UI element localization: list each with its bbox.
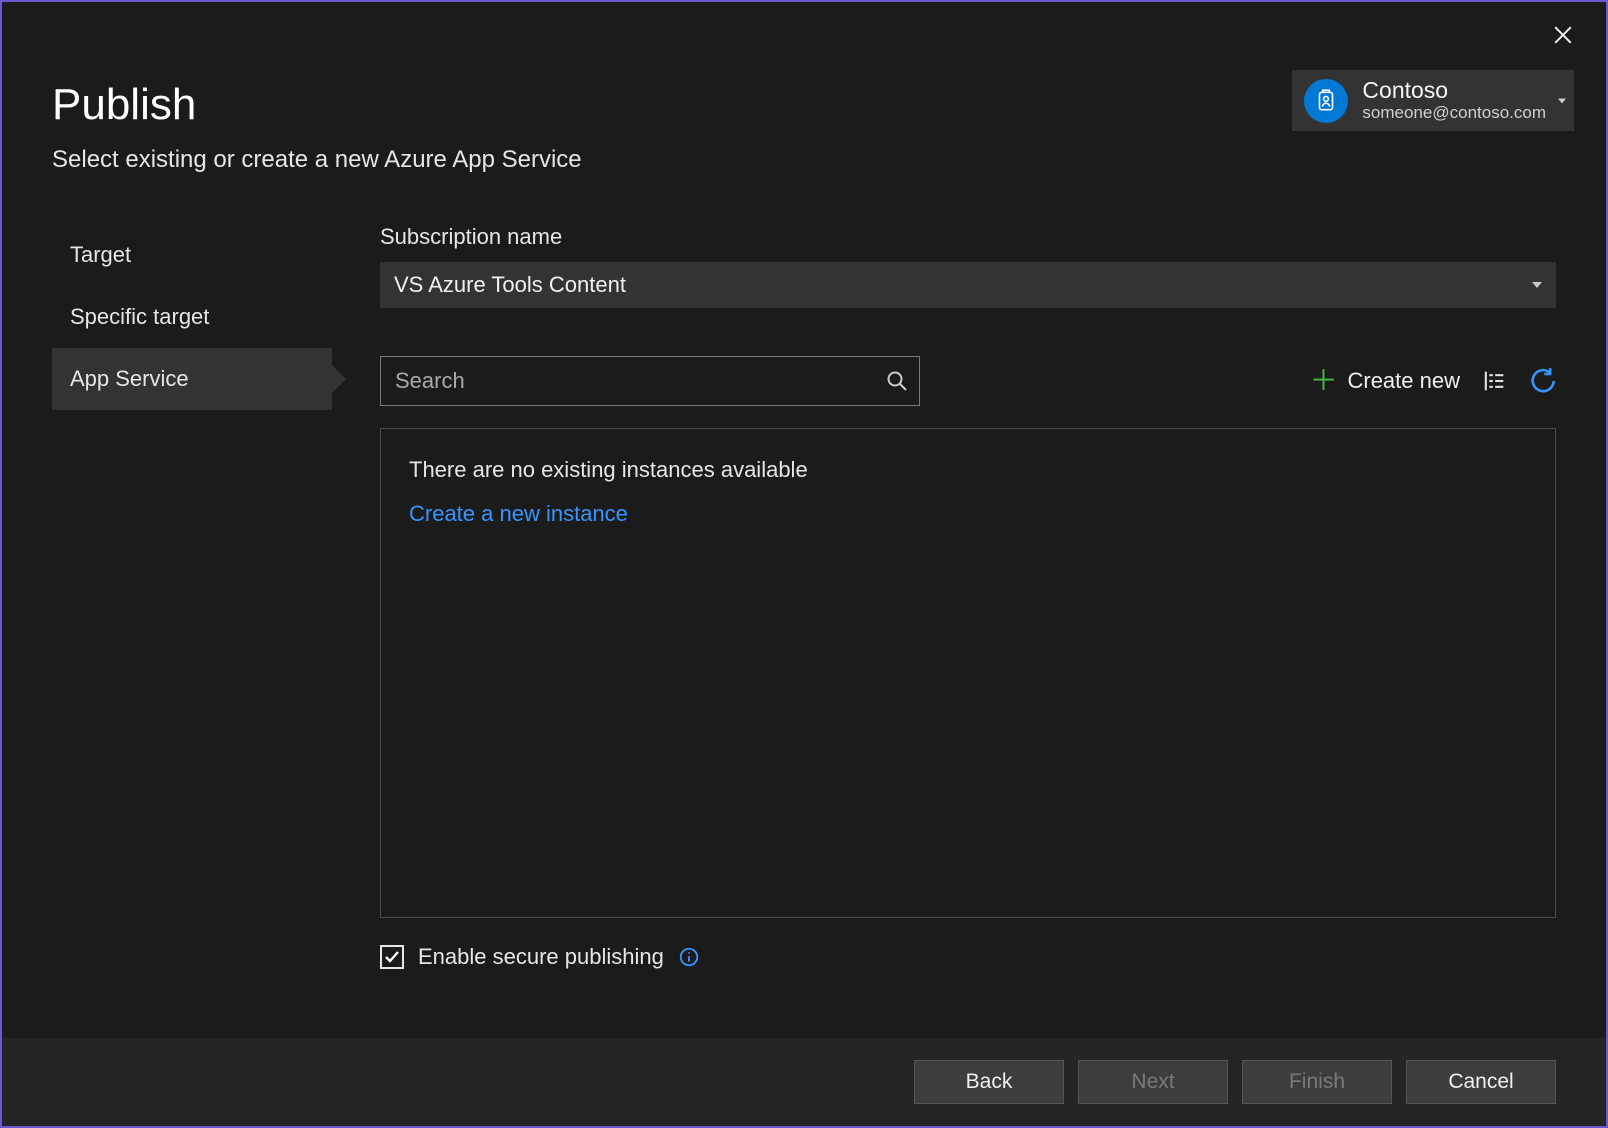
- steps-nav: Target Specific target App Service: [52, 224, 332, 1038]
- refresh-icon[interactable]: [1528, 367, 1556, 395]
- empty-instances-message: There are no existing instances availabl…: [409, 457, 1527, 483]
- create-new-label: Create new: [1347, 368, 1460, 394]
- subscription-value: VS Azure Tools Content: [394, 272, 626, 298]
- chevron-down-icon: [1558, 98, 1566, 103]
- search-box: [380, 356, 920, 406]
- secure-publishing-row: Enable secure publishing: [380, 944, 1556, 970]
- step-specific-target[interactable]: Specific target: [52, 286, 332, 348]
- account-text: Contoso someone@contoso.com: [1362, 78, 1546, 123]
- instances-panel: There are no existing instances availabl…: [380, 428, 1556, 918]
- view-tree-icon[interactable]: [1480, 367, 1508, 395]
- chevron-down-icon: [1532, 282, 1542, 288]
- account-email: someone@contoso.com: [1362, 103, 1546, 123]
- cancel-button[interactable]: Cancel: [1406, 1060, 1556, 1104]
- subscription-dropdown[interactable]: VS Azure Tools Content: [380, 262, 1556, 308]
- close-icon[interactable]: [1552, 24, 1574, 46]
- plus-icon: ＋: [1309, 367, 1337, 395]
- next-button[interactable]: Next: [1078, 1060, 1228, 1104]
- create-instance-link[interactable]: Create a new instance: [409, 501, 628, 526]
- step-app-service[interactable]: App Service: [52, 348, 332, 410]
- create-new-button[interactable]: ＋ Create new: [1309, 367, 1460, 395]
- finish-button[interactable]: Finish: [1242, 1060, 1392, 1104]
- info-icon[interactable]: [678, 946, 700, 968]
- account-name: Contoso: [1362, 78, 1546, 103]
- step-target[interactable]: Target: [52, 224, 332, 286]
- publish-dialog: Contoso someone@contoso.com Publish Sele…: [2, 2, 1606, 1126]
- secure-publishing-checkbox[interactable]: [380, 945, 404, 969]
- account-avatar-icon: [1304, 79, 1348, 123]
- page-subtitle: Select existing or create a new Azure Ap…: [52, 146, 1556, 174]
- footer: Back Next Finish Cancel: [2, 1038, 1606, 1126]
- content: Target Specific target App Service Subsc…: [2, 174, 1606, 1038]
- search-input[interactable]: [395, 368, 885, 394]
- main-column: Subscription name VS Azure Tools Content: [332, 224, 1556, 1038]
- back-button[interactable]: Back: [914, 1060, 1064, 1104]
- toolbar: ＋ Create new: [380, 356, 1556, 406]
- search-icon[interactable]: [885, 369, 909, 393]
- account-picker[interactable]: Contoso someone@contoso.com: [1292, 70, 1574, 131]
- secure-publishing-label: Enable secure publishing: [418, 944, 664, 970]
- subscription-label: Subscription name: [380, 224, 1556, 250]
